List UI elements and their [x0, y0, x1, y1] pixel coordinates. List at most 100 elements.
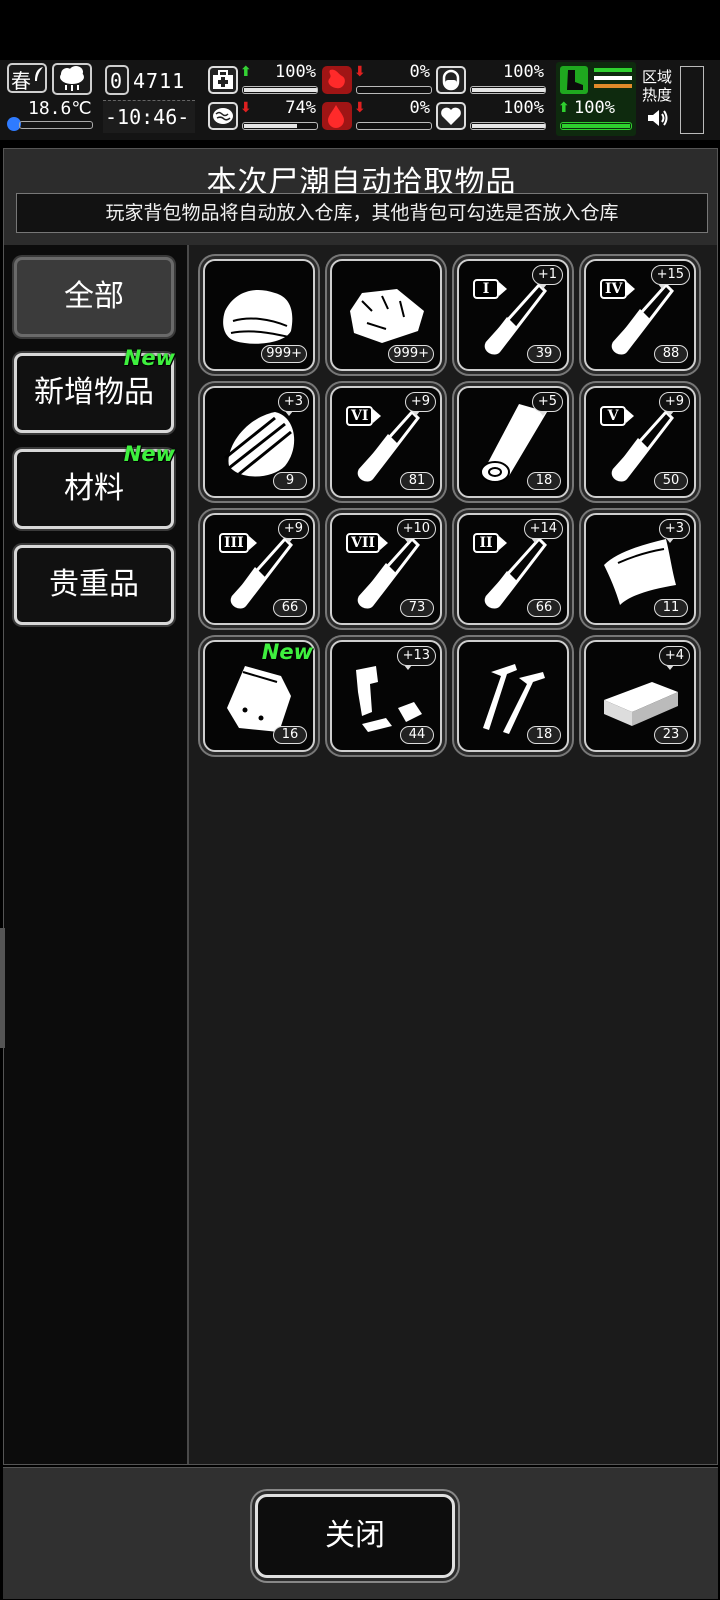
item-slot-vial-1[interactable]: I +1 39: [457, 259, 569, 371]
down-arrow-icon: ⬇: [354, 64, 366, 80]
close-button[interactable]: 关闭: [255, 1494, 455, 1578]
boot-icon: [560, 66, 588, 94]
item-slot-vial-5[interactable]: V +9 50: [584, 386, 696, 498]
capsule-icon: [436, 66, 466, 94]
day-number: 4711: [133, 69, 186, 93]
tier-badge: VII: [346, 533, 388, 553]
item-count: 66: [527, 599, 561, 617]
item-count: 39: [527, 345, 561, 363]
item-slot-vial-7[interactable]: VII +10 73: [330, 513, 442, 625]
item-count: 88: [654, 345, 688, 363]
item-slot-vial-3[interactable]: III +9 66: [203, 513, 315, 625]
item-slot-leather[interactable]: +3 11: [584, 513, 696, 625]
dialog-footer: 关闭: [3, 1467, 718, 1599]
category-label: 新增物品: [34, 375, 154, 410]
stat-thirst[interactable]: ⬇ 0%: [322, 98, 432, 132]
item-count: 81: [400, 472, 434, 490]
season-label: 春: [11, 69, 31, 93]
category-all[interactable]: 全部: [14, 257, 174, 337]
item-count: 999+: [388, 345, 434, 363]
bonus-badge: +3: [658, 519, 690, 543]
category-new-items[interactable]: 新增物品 New: [14, 346, 175, 433]
feather-icon: [35, 67, 43, 81]
bonus-badge: +9: [277, 519, 309, 543]
category-label: 贵重品: [49, 567, 139, 602]
item-slot-cloth[interactable]: 999+: [203, 259, 315, 371]
item-count: 73: [400, 599, 434, 617]
item-count: 18: [527, 472, 561, 490]
auto-pickup-dialog: 本次尸潮自动拾取物品 玩家背包物品将自动放入仓库，其他背包可勾选是否放入仓库 全…: [3, 148, 718, 1465]
bonus-badge: +5: [531, 392, 563, 416]
bonus-badge: +3: [277, 392, 309, 416]
zone-heat-label: 热度: [642, 86, 673, 104]
tier-badge: V: [600, 406, 634, 426]
bonus-badge: +1: [531, 265, 563, 289]
weather-box[interactable]: [52, 63, 92, 95]
item-slot-wood-plank[interactable]: +3 9: [203, 386, 315, 498]
medkit-icon: [208, 66, 238, 94]
bonus-badge: +15: [650, 265, 690, 289]
speaker-icon: [648, 110, 668, 126]
clock: -10:46-: [103, 100, 195, 133]
zone-heat[interactable]: 区域 热度: [642, 66, 678, 136]
bonus-badge: +10: [396, 519, 436, 543]
stat-armor[interactable]: 100%: [436, 62, 546, 96]
category-label: 全部: [64, 279, 124, 314]
tier-badge: III: [219, 533, 257, 553]
bonus-badge: +13: [396, 646, 436, 670]
rain-cloud-icon: [60, 66, 84, 91]
edge-handle[interactable]: [0, 928, 5, 1048]
status-hud: 春 18.6℃ 0 4711 -10:46- ⬆ 100% ⬇ 0% 100% …: [0, 60, 720, 140]
item-slot-vial-6[interactable]: VI +9 81: [330, 386, 442, 498]
stamina-value: 100%: [574, 98, 615, 118]
category-materials[interactable]: 材料 New: [14, 442, 175, 529]
new-badge: New: [261, 640, 313, 664]
item-slot-log[interactable]: +5 18: [457, 386, 569, 498]
item-count: 11: [654, 599, 688, 617]
new-badge: New: [123, 442, 175, 466]
item-count: 44: [400, 726, 434, 744]
item-slot-nails[interactable]: 18: [457, 640, 569, 752]
season-box[interactable]: 春: [7, 63, 47, 93]
category-label: 材料: [64, 471, 124, 506]
item-slot-sack[interactable]: New 16: [203, 640, 315, 752]
item-count: 16: [273, 726, 307, 744]
heart-icon: [436, 102, 466, 130]
item-slot-raw-meat[interactable]: 999+: [330, 259, 442, 371]
day-counter: 0 4711: [103, 63, 189, 97]
stomach-icon: [322, 66, 352, 94]
item-count: 50: [654, 472, 688, 490]
down-arrow-icon: ⬇: [240, 100, 252, 116]
stat-sanity[interactable]: ⬇ 74%: [208, 98, 318, 132]
category-sidebar: 全部 新增物品 New 材料 New 贵重品: [4, 245, 189, 1464]
dialog-subtitle: 玩家背包物品将自动放入仓库，其他背包可勾选是否放入仓库: [16, 193, 708, 233]
bonus-badge: +9: [658, 392, 690, 416]
brain-icon: [208, 102, 238, 130]
tier-badge: I: [473, 279, 507, 299]
tier-badge: II: [473, 533, 507, 553]
item-count: 999+: [261, 345, 307, 363]
bonus-badge: +4: [658, 646, 690, 670]
down-arrow-icon: ⬇: [354, 100, 366, 116]
category-valuables[interactable]: 贵重品: [14, 545, 174, 625]
up-arrow-icon: ⬆: [240, 64, 252, 80]
item-slot-brick[interactable]: +4 23: [584, 640, 696, 752]
item-slot-vial-2[interactable]: II +14 66: [457, 513, 569, 625]
item-grid: 999+ 999+ I +1 39 IV +15 88 +3 9 VI +9 8…: [189, 245, 717, 1464]
up-arrow-icon: ⬆: [558, 100, 570, 116]
tier-badge: IV: [600, 279, 636, 299]
stat-hunger[interactable]: ⬇ 0%: [322, 62, 432, 96]
item-count: 9: [273, 472, 307, 490]
stamina-panel[interactable]: ⬆ 100%: [556, 62, 636, 136]
bonus-badge: +9: [404, 392, 436, 416]
item-count: 23: [654, 726, 688, 744]
tier-badge: VI: [346, 406, 382, 426]
temperature-gauge: [7, 117, 93, 131]
item-slot-scrap-parts[interactable]: +13 44: [330, 640, 442, 752]
bonus-badge: +14: [523, 519, 563, 543]
temperature-readout: 18.6℃: [28, 98, 92, 119]
stat-mood[interactable]: 100%: [436, 98, 546, 132]
item-slot-vial-4[interactable]: IV +15 88: [584, 259, 696, 371]
blood-drop-icon: [322, 102, 352, 130]
stat-health[interactable]: ⬆ 100%: [208, 62, 318, 96]
